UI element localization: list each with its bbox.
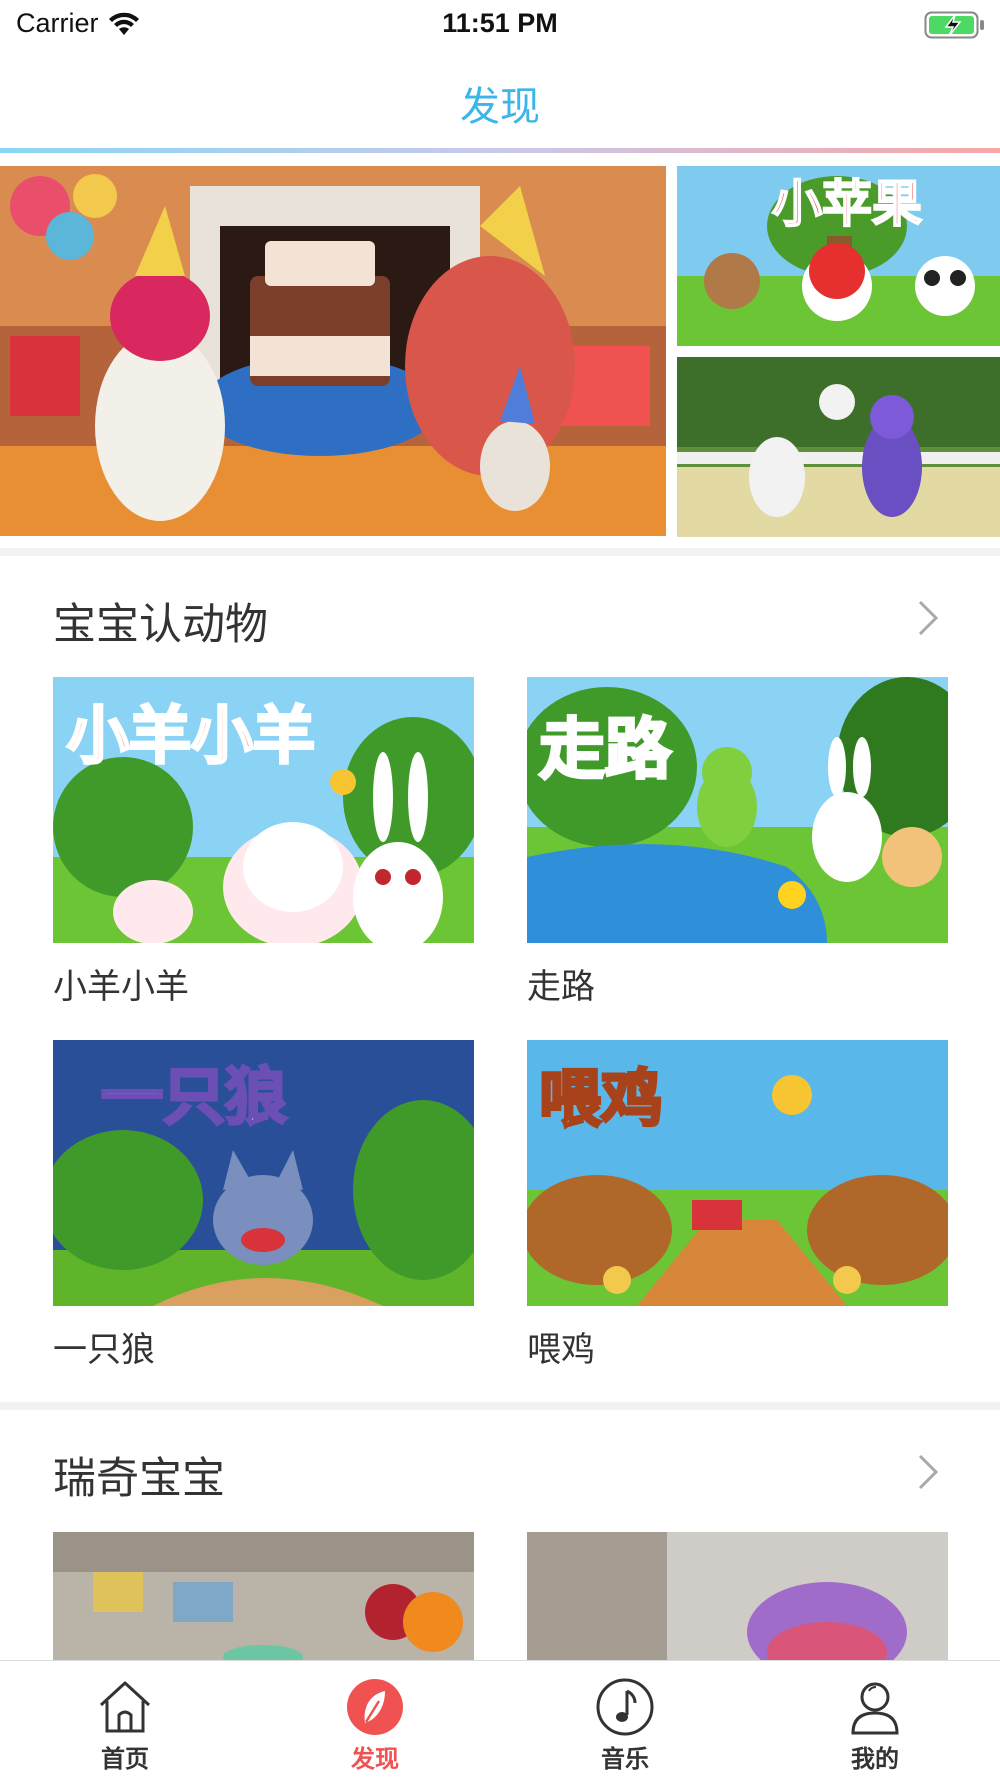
- forest-dance-image: [677, 357, 1000, 537]
- lamb-rabbit-image: 小羊小羊: [53, 677, 474, 943]
- tab-discover-label: 发现: [351, 1746, 399, 1773]
- video-thumbnail[interactable]: 一只狼: [53, 1040, 474, 1306]
- tab-music-label: 音乐: [601, 1746, 649, 1773]
- little-apple-image: 小苹果: [677, 166, 1000, 346]
- video-thumbnail[interactable]: 喂鸡: [527, 1040, 948, 1306]
- svg-text:走路: 走路: [539, 711, 672, 788]
- section-title-ricky-baby: 瑞奇宝宝: [53, 1455, 225, 1503]
- video-title: 一只狼: [53, 1331, 155, 1369]
- chevron-right-icon[interactable]: [916, 1452, 940, 1492]
- banner-carousel[interactable]: 小苹果: [0, 166, 1000, 538]
- video-card[interactable]: 喂鸡 喂鸡: [527, 1040, 948, 1371]
- video-thumbnail[interactable]: [527, 1532, 948, 1660]
- banner-side-image-2[interactable]: [677, 357, 1000, 537]
- tab-home-label: 首页: [101, 1746, 149, 1773]
- tab-bar: 首页 发现 音乐 我的: [0, 1660, 1000, 1778]
- svg-text:喂鸡: 喂鸡: [539, 1062, 663, 1135]
- discover-icon: [347, 1679, 403, 1735]
- video-title: 喂鸡: [527, 1331, 595, 1369]
- battery-charging-icon: [924, 11, 984, 39]
- section-title-animals: 宝宝认动物: [53, 601, 268, 649]
- video-card[interactable]: [53, 1532, 474, 1660]
- tab-discover[interactable]: 发现: [250, 1661, 500, 1778]
- video-card[interactable]: 走路 走路: [527, 677, 948, 1008]
- svg-text:小苹果: 小苹果: [772, 175, 922, 233]
- video-title: 小羊小羊: [53, 968, 189, 1006]
- music-icon: [596, 1678, 654, 1736]
- profile-icon: [851, 1682, 899, 1735]
- wolf-image: 一只狼: [53, 1040, 474, 1306]
- tab-music[interactable]: 音乐: [500, 1661, 750, 1778]
- video-card[interactable]: 一只狼 一只狼: [53, 1040, 474, 1371]
- section-separator: [0, 548, 1000, 556]
- birthday-party-image: [0, 166, 666, 536]
- tab-profile-label: 我的: [851, 1746, 899, 1773]
- home-icon: [99, 1681, 151, 1733]
- nav-divider: [0, 148, 1000, 153]
- video-card[interactable]: [527, 1532, 948, 1660]
- purple-toy-image: [527, 1532, 948, 1660]
- video-card[interactable]: 小羊小羊 小羊小羊: [53, 677, 474, 1008]
- banner-main-image[interactable]: [0, 166, 666, 536]
- svg-text:一只狼: 一只狼: [101, 1060, 287, 1133]
- tab-home[interactable]: 首页: [0, 1661, 250, 1778]
- video-thumbnail[interactable]: 走路: [527, 677, 948, 943]
- cows-image: 喂鸡: [527, 1040, 948, 1306]
- tab-profile[interactable]: 我的: [750, 1661, 1000, 1778]
- page-title: 发现: [460, 85, 540, 129]
- video-thumbnail[interactable]: [53, 1532, 474, 1660]
- toy-blocks-image: [53, 1532, 474, 1660]
- chevron-right-icon[interactable]: [916, 598, 940, 638]
- video-title: 走路: [527, 968, 595, 1006]
- section-separator: [0, 1402, 1000, 1410]
- status-time: 11:51 PM: [442, 8, 558, 38]
- banner-side-image-1[interactable]: 小苹果: [677, 166, 1000, 346]
- svg-text:小羊小羊: 小羊小羊: [67, 699, 315, 772]
- video-thumbnail[interactable]: 小羊小羊: [53, 677, 474, 943]
- status-bar: Carrier 11:51 PM: [0, 0, 1000, 50]
- turtle-rabbit-image: 走路: [527, 677, 948, 943]
